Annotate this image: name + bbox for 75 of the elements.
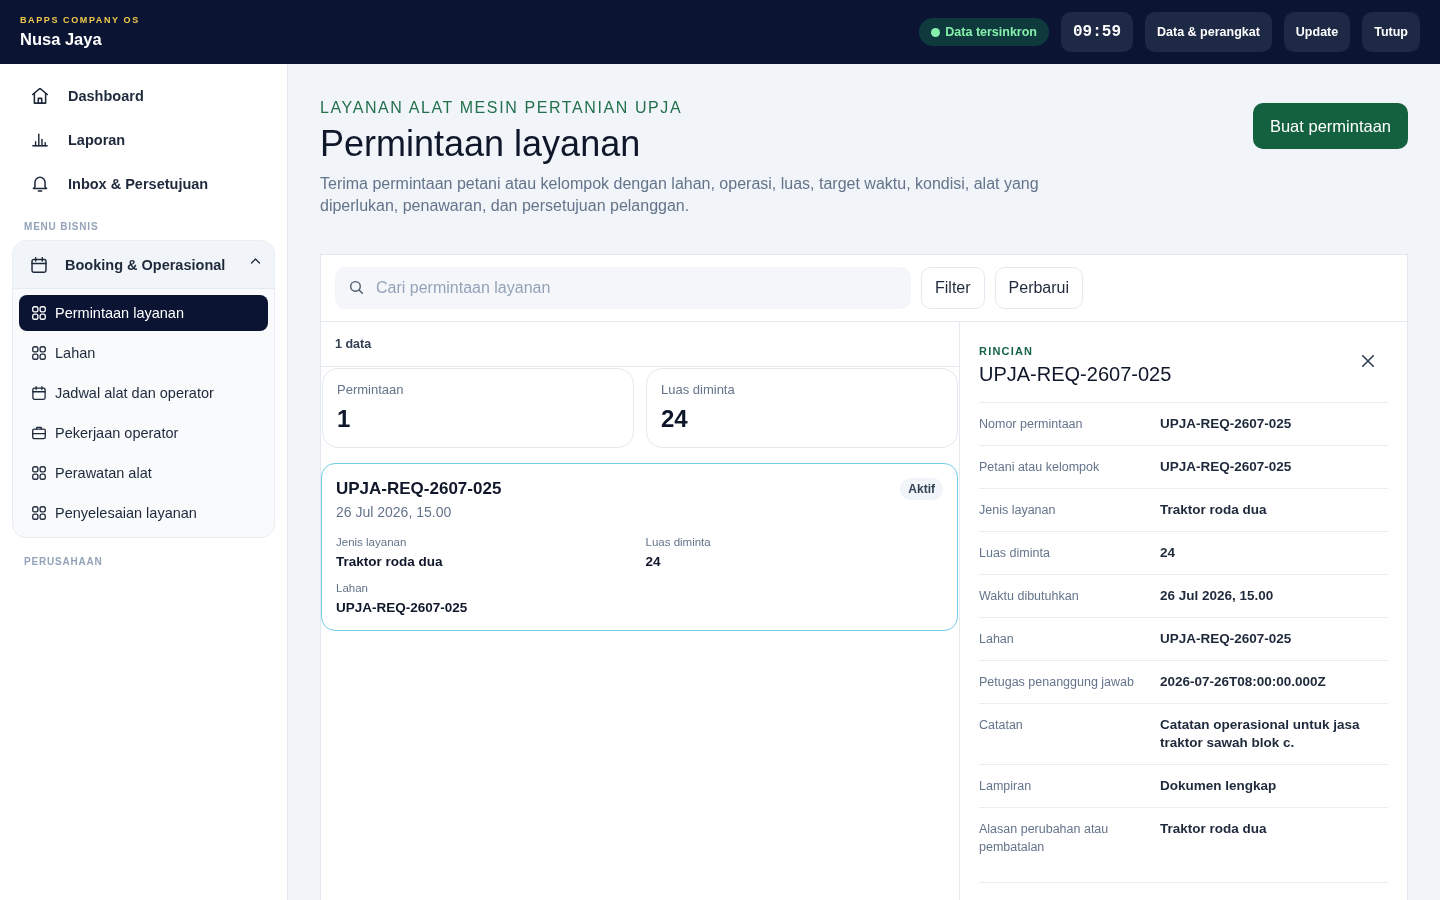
stat-value: 24 [661, 404, 689, 434]
detail-label: Alasan perubahan atau pembatalan [979, 821, 1110, 856]
section-label: MENU BISNIS [23, 220, 100, 234]
nav-subitem[interactable]: Pekerjaan operator [19, 415, 268, 451]
field-value: UPJA-REQ-2607-025 [336, 599, 469, 617]
detail-value: Traktor roda dua [1160, 820, 1268, 838]
detail-label: Lahan [979, 631, 1015, 648]
header-button[interactable]: Data & perangkat [1145, 12, 1272, 52]
nav-group-header[interactable]: Booking & Operasional [13, 241, 274, 289]
field-value: Traktor roda dua [336, 553, 444, 571]
detail-value: Traktor roda dua [1160, 501, 1268, 519]
status-badge: Aktif [900, 478, 943, 500]
detail-label: Nomor permintaan [979, 416, 1084, 433]
result-count: 1 data [321, 322, 959, 367]
sync-status-label: Data tersinkron [945, 25, 1037, 39]
detail-label: Catatan [979, 717, 1024, 734]
detail-label: Petugas penanggung jawab [979, 674, 1135, 691]
page-eyebrow: LAYANAN ALAT MESIN PERTANIAN UPJA [320, 98, 684, 118]
nav-subitem[interactable]: Jadwal alat dan operator [19, 375, 268, 411]
nav-item[interactable]: Laporan [12, 118, 275, 162]
clock: 09:59 [1061, 12, 1134, 52]
brand-eyebrow: BAPPS COMPANY OS [20, 15, 140, 26]
detail-eyebrow: RINCIAN [979, 344, 1035, 358]
field-label: Jenis layanan [336, 535, 408, 550]
page-title: Permintaan layanan [320, 122, 642, 166]
detail-title: UPJA-REQ-2607-025 [979, 362, 1172, 387]
page-description: Terima permintaan petani atau kelompok dengan lahan, operasi, luas, target waktu, kondisi, alat yang diperlukan, penawaran, dan persetujuan pelanggan. [320, 174, 1040, 216]
detail-value: 26 Jul 2026, 15.00 [1160, 587, 1275, 605]
detail-value: Dokumen lengkap [1160, 777, 1278, 795]
nav-subitem[interactable]: Permintaan layanan [19, 295, 268, 331]
briefcase-icon [32, 426, 46, 440]
section-label: PERUSAHAAN [23, 555, 104, 569]
detail-value: UPJA-REQ-2607-025 [1160, 458, 1293, 476]
search-field[interactable]: Cari permintaan layanan [335, 267, 911, 309]
calendar-icon [31, 256, 47, 273]
detail-value: UPJA-REQ-2607-025 [1160, 630, 1293, 648]
stat-label: Permintaan [337, 382, 405, 398]
nav-subitem[interactable]: Perawatan alat [19, 455, 268, 491]
detail-value: Catatan operasional untuk jasa traktor sawah blok c. [1160, 716, 1361, 752]
toolbar-button[interactable]: Perbarui [994, 267, 1084, 309]
detail-label: Waktu dibutuhkan [979, 588, 1080, 605]
detail-label: Petani atau kelompok [979, 459, 1101, 476]
calendar-icon [32, 386, 46, 400]
nav-item[interactable]: Dashboard [12, 74, 275, 118]
header-button[interactable]: Tutup [1362, 12, 1420, 52]
grid-icon [32, 466, 46, 480]
field-value: 24 [645, 553, 662, 571]
create-request-button[interactable]: Buat permintaan [1252, 103, 1408, 149]
request-date: 26 Jul 2026, 15.00 [336, 503, 453, 522]
toolbar-button[interactable]: Filter [921, 267, 985, 309]
grid-icon [32, 306, 46, 320]
field-label: Luas diminta [645, 535, 712, 550]
grid-icon [32, 346, 46, 360]
detail-label: Jenis layanan [979, 502, 1057, 519]
nav-subitem[interactable]: Penyelesaian layanan [19, 495, 268, 531]
detail-value: UPJA-REQ-2607-025 [1160, 415, 1293, 433]
detail-label: Luas diminta [979, 545, 1051, 562]
header-button[interactable]: Update [1283, 12, 1351, 52]
nav-subitem[interactable]: Lahan [19, 335, 268, 371]
detail-value: 2026-07-26T08:00:00.000Z [1160, 673, 1327, 691]
bar-chart-icon [32, 132, 48, 148]
close-icon [1362, 355, 1374, 367]
detail-value: 24 [1160, 544, 1177, 562]
grid-icon [32, 506, 46, 520]
detail-label: Lampiran [979, 778, 1033, 795]
request-id: UPJA-REQ-2607-025 [336, 478, 502, 500]
home-icon [32, 88, 48, 104]
bell-icon [32, 176, 48, 192]
request-card[interactable]: UPJA-REQ-2607-025 26 Jul 2026, 15.00 Aktif Jenis layanan Traktor roda dua Luas diminta 24 Lahan UPJA-REQ-2607-025 [321, 463, 958, 631]
stat-label: Luas diminta [661, 382, 736, 398]
field-label: Lahan [336, 581, 369, 596]
nav-item[interactable]: Inbox & Persetujuan [12, 162, 275, 206]
stat-value: 1 [337, 404, 352, 434]
brand-name: Nusa Jaya [20, 29, 103, 49]
search-icon [350, 281, 363, 294]
